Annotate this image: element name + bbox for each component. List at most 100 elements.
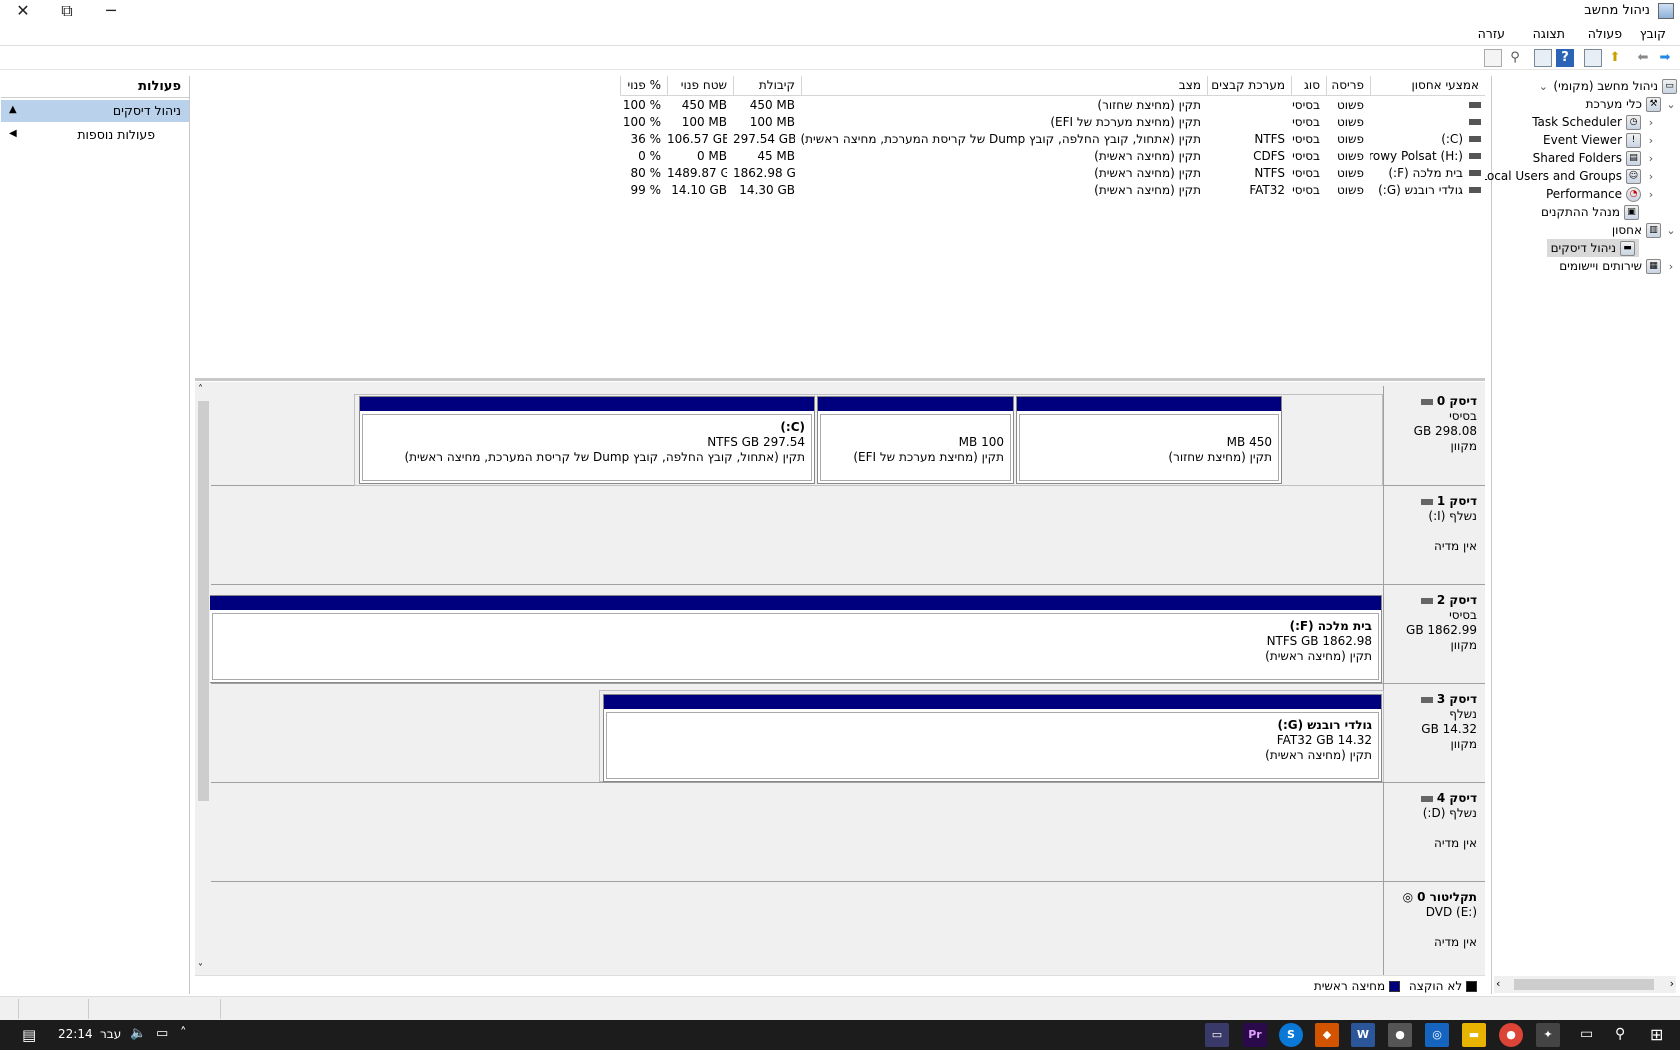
tree-item-shared-folders[interactable]: ‹ ▤ Shared Folders [1533,149,1657,167]
column-header-status[interactable]: מצב [801,76,1207,96]
tree-item-storage[interactable]: ⌄ ▥ אחסון [1612,221,1677,239]
table-row[interactable]: בית מלכה (F:) פשוט בסיסי NTFS תקין (מחיצה רא… [605,165,1485,182]
disk-info-0[interactable]: דיסק 0 בסיסי 298.08 GB מקוון [1383,386,1485,485]
column-header-type[interactable]: סוג [1291,76,1326,96]
action-center-icon[interactable]: ▤ [22,1026,36,1044]
tree-horizontal-scrollbar[interactable]: ‹ › [1494,976,1676,993]
column-header-filesystem[interactable]: מערכת קבצים [1207,76,1291,96]
app-icon[interactable]: ◎ [1425,1023,1449,1047]
volume-icon [1469,153,1481,159]
tree-item-services[interactable]: ‹ ▦ שירותים ויישומים [1559,257,1677,275]
export-list-icon[interactable] [1484,49,1502,67]
disk-row-0[interactable]: דיסק 0 בסיסי 298.08 GB מקוון 450 MB תקין… [211,386,1485,486]
table-row[interactable]: פשוט בסיסי תקין (מחיצת שחזור) 450 MB 450 MB 1… [605,97,1485,114]
chevron-left-icon[interactable]: ‹ [1645,152,1657,165]
show-hide-tree-icon[interactable] [1584,49,1602,67]
search-icon[interactable]: ⚲ [1615,1026,1625,1042]
table-row[interactable]: גולדי רובנש (G:) פשוט בסיסי FAT32 תקין (מחיצ… [605,182,1485,199]
pane-splitter[interactable] [195,378,1485,381]
tree-item-device-manager[interactable]: ▣ מנהל ההתקנים [1541,203,1639,221]
tree-item-task-scheduler[interactable]: ‹ ◷ Task Scheduler [1532,113,1657,131]
column-header-volume[interactable]: אמצעי אחסון [1370,76,1485,96]
action-disk-management[interactable]: ניהול דיסקים ▲ [1,100,189,122]
volume-icon[interactable]: 🔈 [130,1026,146,1041]
chevron-left-icon[interactable]: ‹ [1665,260,1677,273]
disk-info-cd0[interactable]: תקליטור 0◎ DVD (E:) אין מדיה [1383,882,1485,977]
rescan-icon[interactable]: ⚲ [1506,49,1524,67]
app-icon[interactable]: ✦ [1536,1023,1560,1047]
chrome-icon[interactable]: ● [1499,1023,1523,1047]
close-button[interactable]: ✕ [0,0,46,24]
computer-management-taskbar-icon[interactable]: ▭ [1205,1023,1229,1047]
help-icon[interactable]: ? [1556,49,1574,67]
scroll-right-icon[interactable]: › [1670,977,1674,990]
cell-type: בסיסי [1292,183,1320,197]
forward-icon[interactable]: ➡ [1656,49,1674,67]
disk-row-2[interactable]: דיסק 2 בסיסי 1862.99 GB מקוון בית מלכה (… [209,585,1485,684]
chevron-left-icon[interactable]: ‹ [1645,134,1657,147]
scrollbar-thumb[interactable] [198,401,209,801]
tree-item-system-tools[interactable]: ⌄ ⚒ כלי מערכת [1586,95,1677,113]
action-more-actions[interactable]: פעולות נוספות ◀ [1,124,189,146]
table-row[interactable]: Cyfrowy Polsat (H:) פשוט בסיסי CDFS תקין (מח… [605,148,1485,165]
tree-item-disk-management[interactable]: ▬ ניהול דיסקים [1546,239,1639,257]
scrollbar-thumb[interactable] [1514,979,1654,990]
chevron-down-icon[interactable]: ⌄ [1665,98,1677,111]
file-explorer-icon[interactable]: ▬ [1462,1023,1486,1047]
tree-item-root[interactable]: ▭ ניהול מחשב (מקומי) ⌄ [1537,77,1677,95]
collapse-up-icon[interactable]: ▲ [9,104,17,115]
disk-info-3[interactable]: דיסק 3 נשלף 14.32 GB מקוון [1383,684,1485,782]
partition-f[interactable]: בית מלכה (F:) 1862.98 NTFS GB תקין (מחיצ… [209,595,1382,683]
chevron-left-icon[interactable]: ‹ [1645,188,1657,201]
clock[interactable]: 22:14 [58,1027,93,1041]
back-icon[interactable]: ⬅ [1634,49,1652,67]
tree-item-event-viewer[interactable]: ‹ ! Event Viewer [1543,131,1657,149]
partition-recovery[interactable]: 450 MB תקין (מחיצת שחזור) [1016,396,1282,484]
menu-help[interactable]: עזרה [1478,26,1505,41]
submenu-arrow-icon[interactable]: ◀ [9,128,17,139]
table-row[interactable]: פשוט בסיסי תקין (מחיצת מערכת של EFI) 100 MB… [605,114,1485,131]
network-icon[interactable]: ▭ [156,1026,168,1041]
app-icon[interactable]: ● [1388,1023,1412,1047]
disk-info-1[interactable]: דיסק 1 נשלף (I:) אין מדיה [1383,486,1485,584]
scroll-left-icon[interactable]: ‹ [1496,977,1500,990]
disk-info-2[interactable]: דיסק 2 בסיסי 1862.99 GB מקוון [1383,585,1485,683]
column-header-layout[interactable]: פריסה [1326,76,1370,96]
properties-icon[interactable] [1534,49,1552,67]
start-icon[interactable]: ⊞ [1650,1025,1663,1044]
chevron-left-icon[interactable]: ‹ [1645,170,1657,183]
column-header-percent-free[interactable]: % פנוי [620,76,667,96]
app-icon[interactable]: ◆ [1315,1023,1339,1047]
minimize-button[interactable]: ─ [88,0,134,24]
premiere-icon[interactable]: Pr [1243,1023,1267,1047]
partition-c[interactable]: (C:) 297.54 NTFS GB תקין (אתחול, קובץ הח… [359,396,815,484]
tree-item-local-users[interactable]: ‹ ☺ Local Users and Groups [1480,167,1657,185]
chevron-left-icon[interactable]: ‹ [1645,116,1657,129]
column-header-capacity[interactable]: קיבולת [733,76,801,96]
partition-efi[interactable]: 100 MB תקין (מחיצת מערכת של EFI) [817,396,1014,484]
input-language[interactable]: עבר [100,1027,121,1041]
menu-view[interactable]: תצוגה [1533,26,1565,41]
partition-g[interactable]: גולדי רובנש (G:) 14.32 FAT32 GB תקין (מח… [603,694,1382,782]
skype-icon[interactable]: S [1279,1023,1303,1047]
disk-row-4[interactable]: דיסק 4 נשלף (D:) אין מדיה [211,783,1485,882]
menu-action[interactable]: פעולה [1588,26,1622,41]
chevron-down-icon[interactable]: ⌄ [1537,80,1549,93]
word-icon[interactable]: W [1351,1023,1375,1047]
table-row[interactable]: (C:) פשוט בסיסי NTFS תקין (אתחול, קובץ החלפה… [605,131,1485,148]
tree-item-performance[interactable]: ‹ ◔ Performance [1546,185,1657,203]
maximize-button[interactable]: ⧉ [44,0,90,24]
disk-row-cd0[interactable]: תקליטור 0◎ DVD (E:) אין מדיה [211,882,1485,977]
scroll-down-icon[interactable]: ˅ [198,963,203,974]
up-folder-icon[interactable]: ⬆ [1606,49,1624,67]
column-header-free-space[interactable]: שטח פנוי [667,76,733,96]
task-view-icon[interactable]: ▭ [1580,1026,1593,1042]
disk-row-3[interactable]: דיסק 3 נשלף 14.32 GB מקוון גולדי רובנש (… [211,684,1485,783]
disk-vertical-scrollbar[interactable]: ˄ ˅ [197,384,210,974]
chevron-down-icon[interactable]: ⌄ [1665,224,1677,237]
scroll-up-icon[interactable]: ˄ [198,384,203,395]
disk-info-4[interactable]: דיסק 4 נשלף (D:) אין מדיה [1383,783,1485,881]
disk-row-1[interactable]: דיסק 1 נשלף (I:) אין מדיה [211,486,1485,585]
menu-file[interactable]: קובץ [1640,26,1666,41]
show-hidden-icons-icon[interactable]: ˄ [180,1026,187,1041]
